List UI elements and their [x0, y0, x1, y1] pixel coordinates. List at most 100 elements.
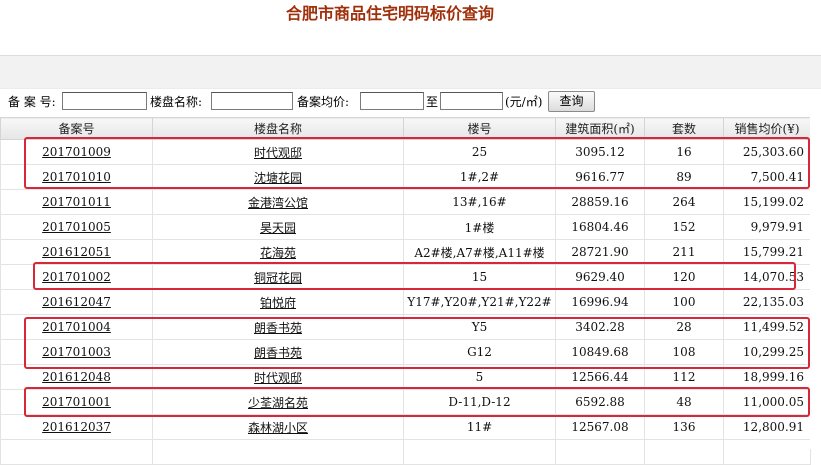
page-title: 合肥市商品住宅明码标价查询	[285, 4, 494, 23]
project-name-input[interactable]	[211, 92, 293, 110]
units-cell: 211	[644, 239, 724, 265]
record-number-cell: 201612037	[0, 414, 153, 440]
building-cell: 5	[403, 364, 556, 390]
area-cell: 6592.88	[555, 389, 645, 415]
building-cell: Y5	[403, 314, 556, 340]
record-number-link[interactable]: 201701002	[42, 270, 111, 284]
column-header-area[interactable]: 建筑面积(㎡)	[555, 117, 645, 140]
units-cell: 264	[644, 189, 724, 215]
price-cell: 25,303.60	[723, 139, 811, 165]
column-header-record[interactable]: 备案号	[0, 117, 153, 140]
price-to-label: 至	[426, 95, 439, 109]
record-number-cell	[0, 439, 153, 465]
column-header-name[interactable]: 楼盘名称	[152, 117, 404, 140]
units-cell: 112	[644, 364, 724, 390]
area-cell: 9629.40	[555, 264, 645, 290]
record-number-link[interactable]: 201612037	[42, 420, 111, 434]
column-header-building[interactable]: 楼号	[403, 117, 556, 140]
table-row: 201612051 花海苑 A2#楼,A7#楼,A11#楼 28721.90 211 15…	[0, 239, 811, 265]
project-name-link[interactable]: 朗香书苑	[254, 321, 302, 335]
project-name-link[interactable]: 时代观邸	[254, 371, 302, 385]
building-cell: Y17#,Y20#,Y21#,Y22#	[403, 289, 556, 315]
table-row	[0, 439, 811, 465]
area-cell: 3402.28	[555, 314, 645, 340]
table-row: 201612037 森林湖小区 11# 12567.08 136 12,800.91	[0, 414, 811, 440]
area-cell: 28859.16	[555, 189, 645, 215]
record-number-link[interactable]: 201701003	[42, 345, 111, 359]
table-row: 201701009 时代观邸 25 3095.12 16 25,303.60	[0, 139, 811, 165]
price-to-input[interactable]	[440, 92, 503, 110]
area-cell: 10849.68	[555, 339, 645, 365]
units-cell: 16	[644, 139, 724, 165]
area-cell: 16804.46	[555, 214, 645, 240]
units-cell: 152	[644, 214, 724, 240]
record-number-link[interactable]: 201701010	[42, 170, 111, 184]
table-header-row: 备案号 楼盘名称 楼号 建筑面积(㎡) 套数 销售均价(¥)	[0, 117, 811, 140]
area-cell: 9616.77	[555, 164, 645, 190]
search-button[interactable]: 查询	[548, 91, 595, 112]
project-name-link[interactable]: 铂悦府	[260, 296, 296, 310]
units-cell: 89	[644, 164, 724, 190]
vertical-scrollbar[interactable]	[810, 117, 821, 449]
units-cell	[644, 439, 724, 465]
table-row: 201701011 金港湾公馆 13#,16# 28859.16 264 15,199.0…	[0, 189, 811, 215]
record-number-link[interactable]: 201612047	[42, 295, 111, 309]
project-name-link[interactable]: 朗香书苑	[254, 346, 302, 360]
record-number-link[interactable]: 201701011	[42, 195, 111, 209]
project-name-cell: 花海苑	[152, 239, 404, 265]
project-name-cell: 朗香书苑	[152, 314, 404, 340]
price-cell: 14,070.53	[723, 264, 811, 290]
units-cell: 100	[644, 289, 724, 315]
project-name-cell: 森林湖小区	[152, 414, 404, 440]
project-name-cell: 金港湾公馆	[152, 189, 404, 215]
project-name-link[interactable]: 沈塘花园	[254, 171, 302, 185]
record-number-link[interactable]: 201701004	[42, 320, 111, 334]
record-number-label: 备 案 号:	[8, 95, 56, 109]
price-cell: 7,500.41	[723, 164, 811, 190]
table-row: 201701001 少荃湖名苑 D-11,D-12 6592.88 48 11,000.0…	[0, 389, 811, 415]
record-number-input[interactable]	[62, 92, 147, 110]
table-row: 201701003 朗香书苑 G12 10849.68 108 10,299.25	[0, 339, 811, 365]
project-name-link[interactable]: 少荃湖名苑	[248, 396, 308, 410]
price-cell: 11,499.52	[723, 314, 811, 340]
record-number-link[interactable]: 201701001	[42, 395, 111, 409]
record-number-cell: 201701009	[0, 139, 153, 165]
record-number-cell: 201701001	[0, 389, 153, 415]
price-cell: 12,800.91	[723, 414, 811, 440]
record-number-link[interactable]: 201612048	[42, 370, 111, 384]
column-header-units[interactable]: 套数	[644, 117, 724, 140]
table-row: 201701004 朗香书苑 Y5 3402.28 28 11,499.52	[0, 314, 811, 340]
record-number-link[interactable]: 201701005	[42, 220, 111, 234]
project-name-cell: 朗香书苑	[152, 339, 404, 365]
price-cell: 11,000.05	[723, 389, 811, 415]
project-name-link[interactable]: 金港湾公馆	[248, 196, 308, 210]
building-cell	[403, 439, 556, 465]
price-from-input[interactable]	[360, 92, 424, 110]
project-name-link[interactable]: 时代观邸	[254, 146, 302, 160]
project-name-link[interactable]: 铜冠花园	[254, 271, 302, 285]
price-cell: 22,135.03	[723, 289, 811, 315]
price-cell: 15,799.21	[723, 239, 811, 265]
project-name-label: 楼盘名称:	[150, 95, 203, 109]
column-header-price[interactable]: 销售均价(¥)	[723, 117, 811, 140]
project-name-cell	[152, 439, 404, 465]
record-number-link[interactable]: 201701009	[42, 145, 111, 159]
table-row: 201701005 昊天园 1#楼 16804.46 152 9,979.91	[0, 214, 811, 240]
project-name-cell: 少荃湖名苑	[152, 389, 404, 415]
record-number-link[interactable]: 201612051	[42, 245, 111, 259]
building-cell: D-11,D-12	[403, 389, 556, 415]
price-cell: 9,979.91	[723, 214, 811, 240]
building-cell: 11#	[403, 414, 556, 440]
project-name-cell: 时代观邸	[152, 364, 404, 390]
building-cell: A2#楼,A7#楼,A11#楼	[403, 239, 556, 265]
building-cell: 25	[403, 139, 556, 165]
search-bar: 备 案 号: 楼盘名称: 备案均价: 至 (元/㎡) 查询	[0, 88, 821, 117]
area-cell: 12566.44	[555, 364, 645, 390]
project-name-link[interactable]: 昊天园	[260, 221, 296, 235]
area-cell	[555, 439, 645, 465]
project-name-link[interactable]: 花海苑	[260, 246, 296, 260]
units-cell: 108	[644, 339, 724, 365]
project-name-link[interactable]: 森林湖小区	[248, 421, 308, 435]
project-name-cell: 沈塘花园	[152, 164, 404, 190]
listing-table: 备案号 楼盘名称 楼号 建筑面积(㎡) 套数 销售均价(¥) 201701009…	[0, 117, 811, 465]
